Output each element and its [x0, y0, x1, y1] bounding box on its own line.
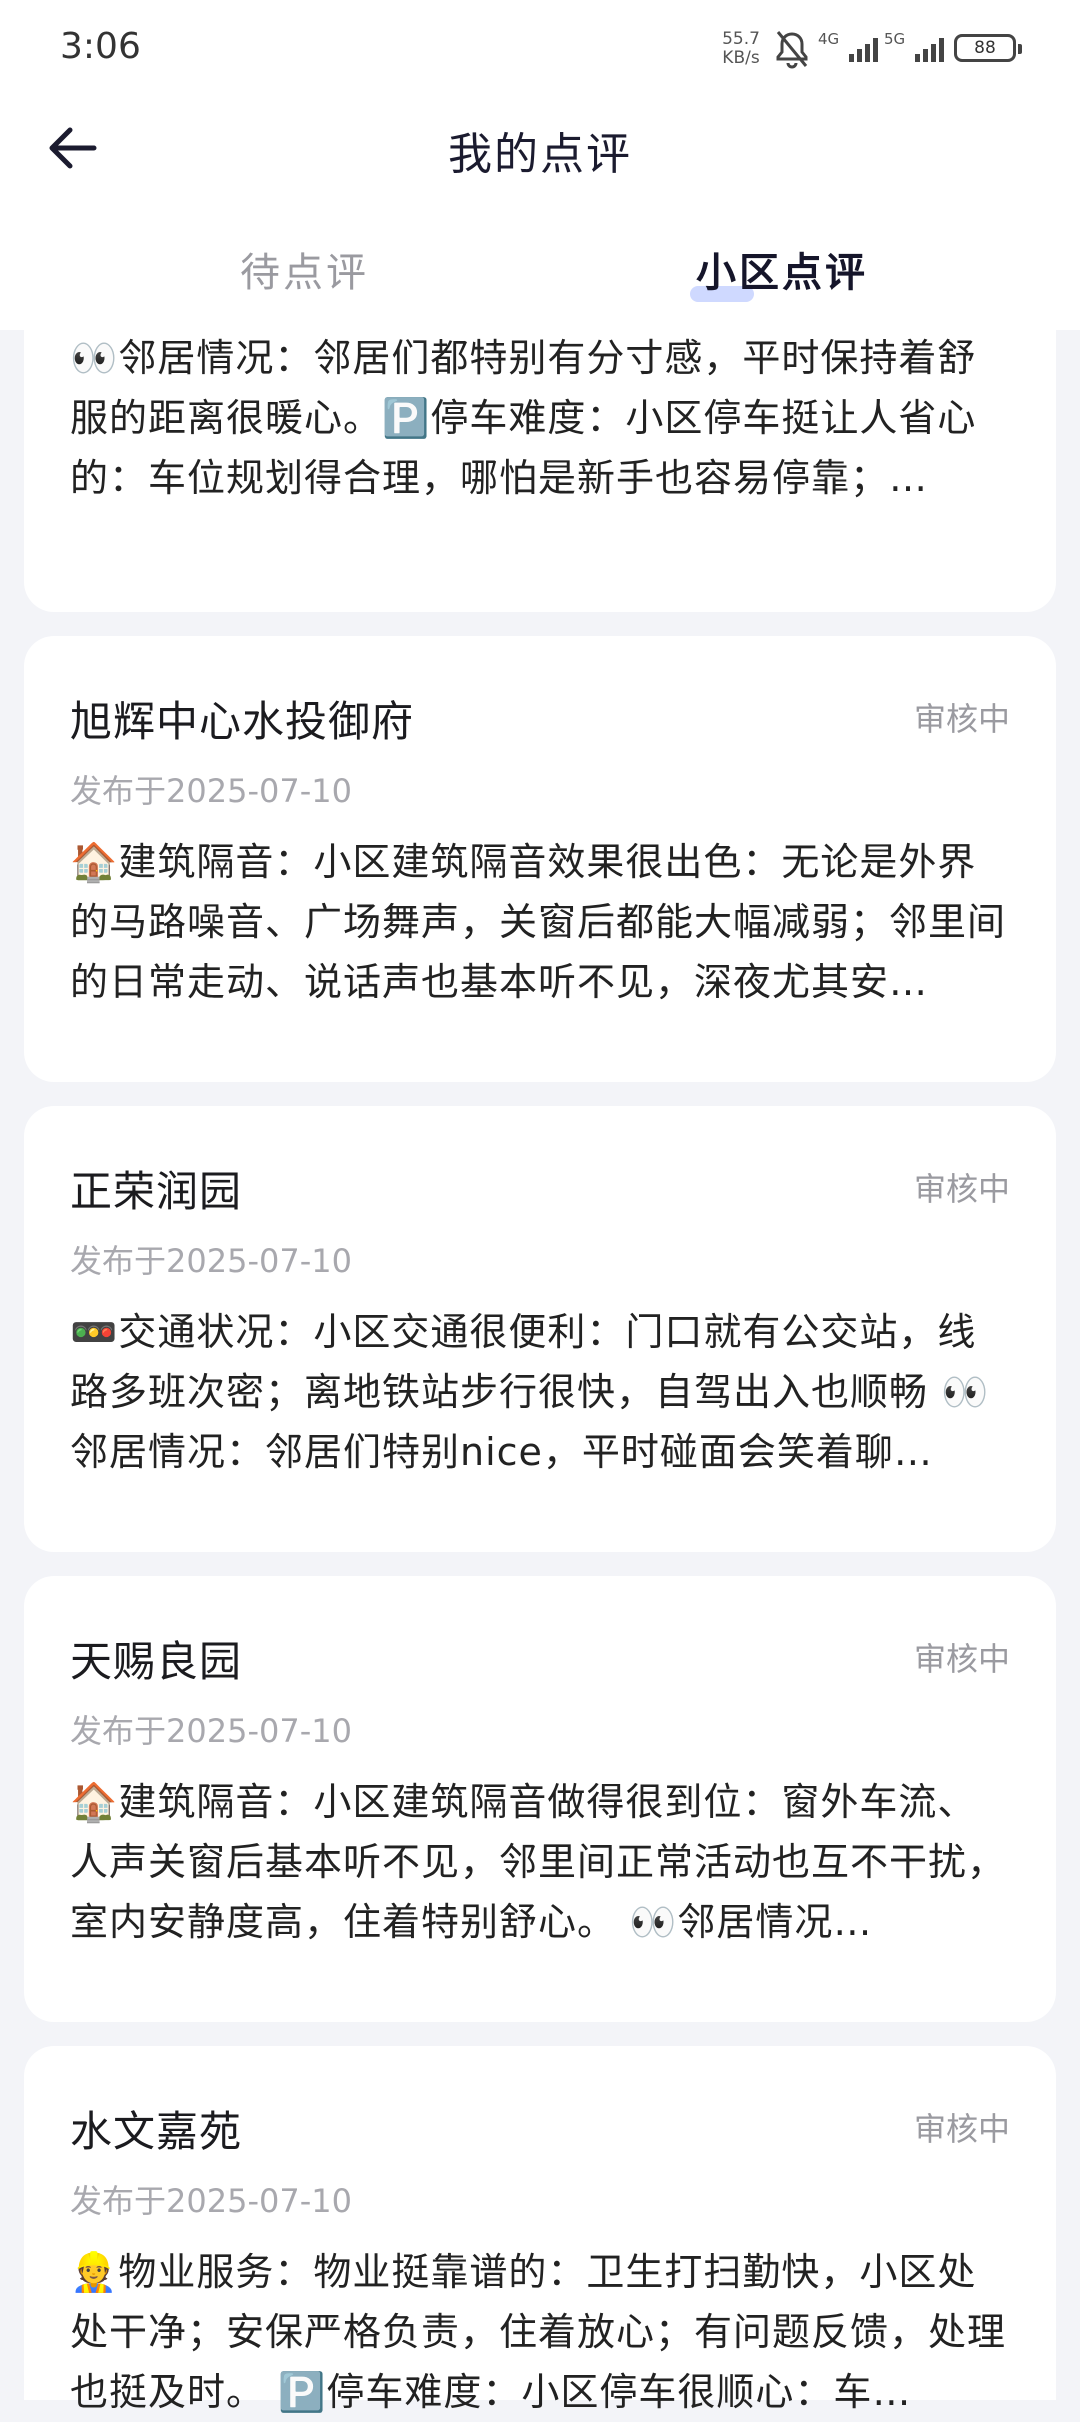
review-card[interactable]: 水文嘉苑 审核中 发布于2025-07-10 👷物业服务：物业挺靠谱的：卫生打扫… — [24, 2046, 1056, 2414]
clock: 3:06 — [60, 26, 141, 67]
publish-date: 发布于2025-07-10 — [70, 1712, 352, 1750]
tab-pending-review[interactable]: 待点评 — [240, 240, 369, 298]
publish-date: 发布于2025-07-10 — [70, 772, 352, 810]
publish-date: 发布于2025-07-10 — [70, 2182, 352, 2220]
status-bar: 3:06 55.7 KB/s 4G 5G 88 — [0, 0, 1080, 100]
signal-5g-icon: 5G — [884, 30, 944, 66]
status-badge: 审核中 — [913, 700, 1010, 738]
status-badge: 审核中 — [913, 1170, 1010, 1208]
battery-icon: 88 — [954, 34, 1022, 62]
status-badge: 审核中 — [913, 2110, 1010, 2148]
top-bar: 3:06 55.7 KB/s 4G 5G 88 我的点评 待点评 小区点评 — [0, 0, 1080, 330]
review-card[interactable]: 天赐良园 审核中 发布于2025-07-10 🏠建筑隔音：小区建筑隔音做得很到位… — [24, 1576, 1056, 2022]
bell-muted-icon — [776, 31, 808, 69]
signal-4g-icon: 4G — [818, 30, 878, 66]
status-badge: 审核中 — [913, 1640, 1010, 1678]
community-name: 天赐良园 — [70, 1637, 243, 1686]
community-name: 正荣润园 — [70, 1167, 243, 1216]
review-body: 👷物业服务：物业挺靠谱的：卫生打扫勤快，小区处处干净；安保严格负责，住着放心；有… — [70, 2250, 1007, 2414]
community-name: 旭辉中心水投御府 — [70, 697, 415, 746]
review-body: 🚥交通状况：小区交通很便利：门口就有公交站，线路多班次密；离地铁站步行很快，自驾… — [70, 1310, 990, 1474]
review-body: 🏠建筑隔音：小区建筑隔音做得很到位：窗外车流、人声关窗后基本听不见，邻里间正常活… — [70, 1780, 1007, 1944]
review-card[interactable]: 旭辉中心水投御府 审核中 发布于2025-07-10 🏠建筑隔音：小区建筑隔音效… — [24, 636, 1056, 1082]
network-speed: 55.7 KB/s — [722, 29, 760, 68]
tab-community-review[interactable]: 小区点评 — [690, 240, 868, 302]
review-body: 🏠建筑隔音：小区建筑隔音效果很出色：无论是外界的马路噪音、广场舞声，关窗后都能大… — [70, 840, 1007, 1004]
publish-date: 发布于2025-07-10 — [70, 1242, 352, 1280]
review-card-partial[interactable]: 👀邻居情况：邻居们都特别有分寸感，平时保持着舒服的距离很暖心。🅿️停车难度：小区… — [24, 300, 1056, 612]
review-body: 👀邻居情况：邻居们都特别有分寸感，平时保持着舒服的距离很暖心。🅿️停车难度：小区… — [70, 336, 977, 500]
review-card[interactable]: 正荣润园 审核中 发布于2025-07-10 🚥交通状况：小区交通很便利：门口就… — [24, 1106, 1056, 1552]
page-title: 我的点评 — [448, 129, 632, 180]
community-name: 水文嘉苑 — [70, 2107, 243, 2156]
